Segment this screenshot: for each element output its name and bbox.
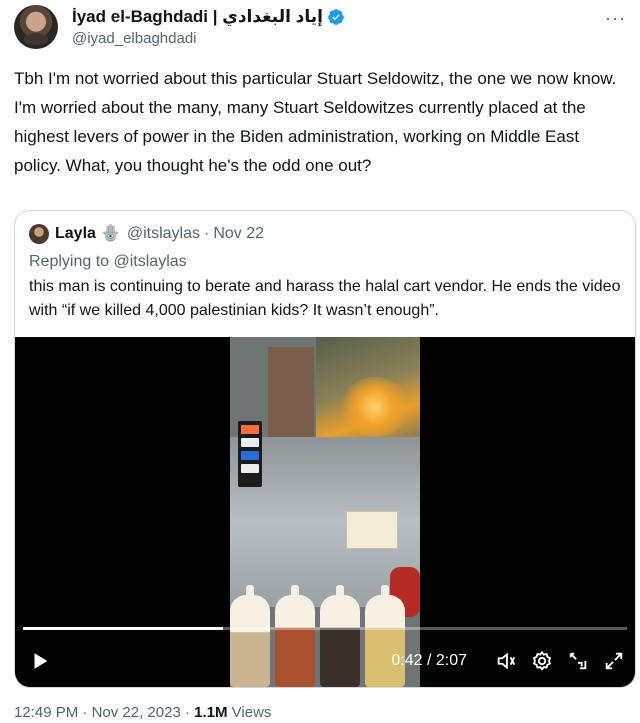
payment-card-stickers: [238, 421, 262, 487]
quoted-date[interactable]: Nov 22: [213, 223, 264, 245]
footer-separator: ·: [184, 704, 190, 721]
video-frame[interactable]: [230, 337, 420, 687]
author-handle[interactable]: @iyad_elbaghdadi: [72, 29, 345, 49]
video-controls: 0:42 / 2:07: [29, 647, 625, 675]
square-payment-sign: [346, 511, 398, 549]
views-label: Views: [231, 704, 272, 721]
post-time[interactable]: 12:49 PM: [14, 704, 78, 721]
meta-separator: ·: [204, 225, 210, 242]
footer-separator: ·: [82, 704, 88, 721]
pip-icon[interactable]: [567, 650, 589, 672]
verified-badge-icon: [328, 9, 344, 25]
author-names: İyad el-Baghdadi | إياد البغدادي @iyad_e…: [72, 6, 345, 49]
quoted-handle[interactable]: @itslaylas: [127, 223, 200, 245]
replying-to: Replying to @itslaylas: [29, 253, 187, 270]
views-count: 1.1M: [194, 704, 228, 721]
video-player[interactable]: 0:42 / 2:07: [15, 337, 635, 687]
quoted-avatar[interactable]: [29, 224, 49, 244]
volume-icon[interactable]: [495, 650, 517, 672]
settings-icon[interactable]: [531, 650, 553, 672]
hamsa-emoji-icon: 🪬: [100, 225, 121, 242]
video-progress-bar[interactable]: [23, 627, 627, 630]
more-options-icon[interactable]: ···: [605, 8, 626, 29]
light-flare: [340, 377, 410, 437]
quoted-header: Layla 🪬 @itslaylas · Nov 22: [29, 223, 264, 245]
quoted-text: this man is continuing to berate and har…: [29, 278, 621, 319]
author-display-name[interactable]: İyad el-Baghdadi | إياد البغدادي: [72, 6, 323, 28]
tweet-header: İyad el-Baghdadi | إياد البغدادي @iyad_e…: [14, 4, 630, 52]
author-name-row[interactable]: İyad el-Baghdadi | إياد البغدادي: [72, 6, 345, 28]
tweet-footer: 12:49 PM · Nov 22, 2023 · 1.1M Views: [14, 703, 271, 723]
fullscreen-icon[interactable]: [603, 650, 625, 672]
post-date[interactable]: Nov 22, 2023: [92, 704, 181, 721]
author-avatar[interactable]: [14, 5, 58, 49]
video-progress-fill: [23, 627, 223, 630]
tweet-text: Tbh I'm not worried about this particula…: [14, 69, 617, 175]
quoted-name[interactable]: Layla: [55, 223, 96, 245]
quoted-tweet[interactable]: Layla 🪬 @itslaylas · Nov 22 Replying to …: [14, 210, 636, 688]
play-icon[interactable]: [29, 650, 51, 672]
video-time: 0:42 / 2:07: [391, 652, 467, 669]
